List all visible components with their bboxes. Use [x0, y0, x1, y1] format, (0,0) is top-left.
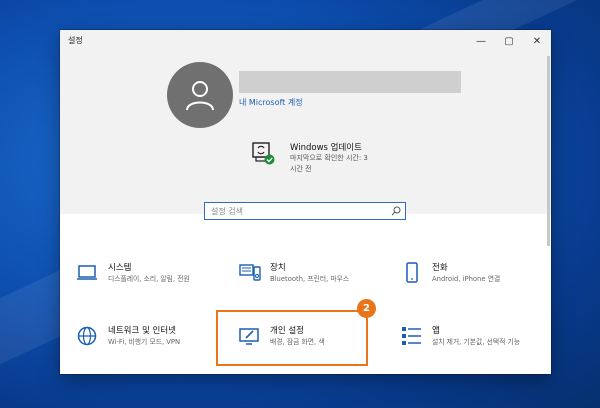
- tile-phone[interactable]: 전화 Android, iPhone 연결: [400, 261, 550, 301]
- scrollbar[interactable]: [547, 56, 550, 246]
- settings-search-input[interactable]: 설정 검색: [204, 202, 406, 220]
- tile-subtitle: Bluetooth, 프린터, 마우스: [270, 275, 350, 283]
- search-placeholder: 설정 검색: [211, 207, 243, 216]
- tile-title: 앱: [432, 326, 440, 336]
- user-icon: [186, 81, 214, 111]
- tile-title: 전화: [432, 263, 448, 273]
- annotation-step-badge: 2: [357, 299, 376, 318]
- tile-apps[interactable]: 앱 설치 제거, 기본값, 선택적 기능: [400, 324, 550, 364]
- account-header: 내 Microsoft 계정 Windows 업데이트 마지막으로 확인한 시간…: [60, 52, 551, 214]
- window-title: 설정: [68, 36, 83, 45]
- settings-window: 설정 — ▢ ✕ 내 Microsoft 계정 Windows 업데이트 마지막…: [60, 30, 551, 374]
- tile-title: 네트워크 및 인터넷: [108, 326, 176, 336]
- tile-system[interactable]: 시스템 디스플레이, 소리, 알림, 전원: [76, 261, 226, 301]
- tile-title: 시스템: [108, 263, 132, 273]
- windows-update-icon[interactable]: [250, 140, 276, 166]
- globe-icon: [77, 326, 97, 346]
- windows-update-title[interactable]: Windows 업데이트: [290, 141, 362, 153]
- keyboard-icon: [239, 264, 261, 281]
- laptop-icon: [77, 265, 97, 280]
- title-bar: 설정 — ▢ ✕: [60, 30, 551, 52]
- maximize-button[interactable]: ▢: [495, 30, 523, 52]
- annotation-highlight-box: [216, 310, 368, 366]
- tile-network[interactable]: 네트워크 및 인터넷 Wi-Fi, 비행기 모드, VPN: [76, 324, 226, 364]
- microsoft-account-link[interactable]: 내 Microsoft 계정: [239, 97, 303, 108]
- windows-update-status: 마지막으로 확인한 시간: 3시간 전: [290, 154, 368, 173]
- tile-title: 장치: [270, 263, 286, 273]
- tile-subtitle: 디스플레이, 소리, 알림, 전원: [108, 275, 190, 283]
- tile-subtitle: Android, iPhone 연결: [432, 275, 501, 283]
- close-button[interactable]: ✕: [523, 30, 551, 52]
- account-name-redacted: [239, 71, 461, 93]
- avatar[interactable]: [167, 62, 233, 128]
- window-controls: — ▢ ✕: [467, 30, 551, 52]
- search-icon: [391, 206, 401, 216]
- tile-devices[interactable]: 장치 Bluetooth, 프린터, 마우스: [238, 261, 388, 301]
- tile-subtitle: 설치 제거, 기본값, 선택적 기능: [432, 338, 521, 346]
- tile-subtitle: Wi-Fi, 비행기 모드, VPN: [108, 338, 181, 346]
- apps-icon: [402, 327, 421, 345]
- minimize-button[interactable]: —: [467, 30, 495, 52]
- phone-icon: [406, 262, 418, 283]
